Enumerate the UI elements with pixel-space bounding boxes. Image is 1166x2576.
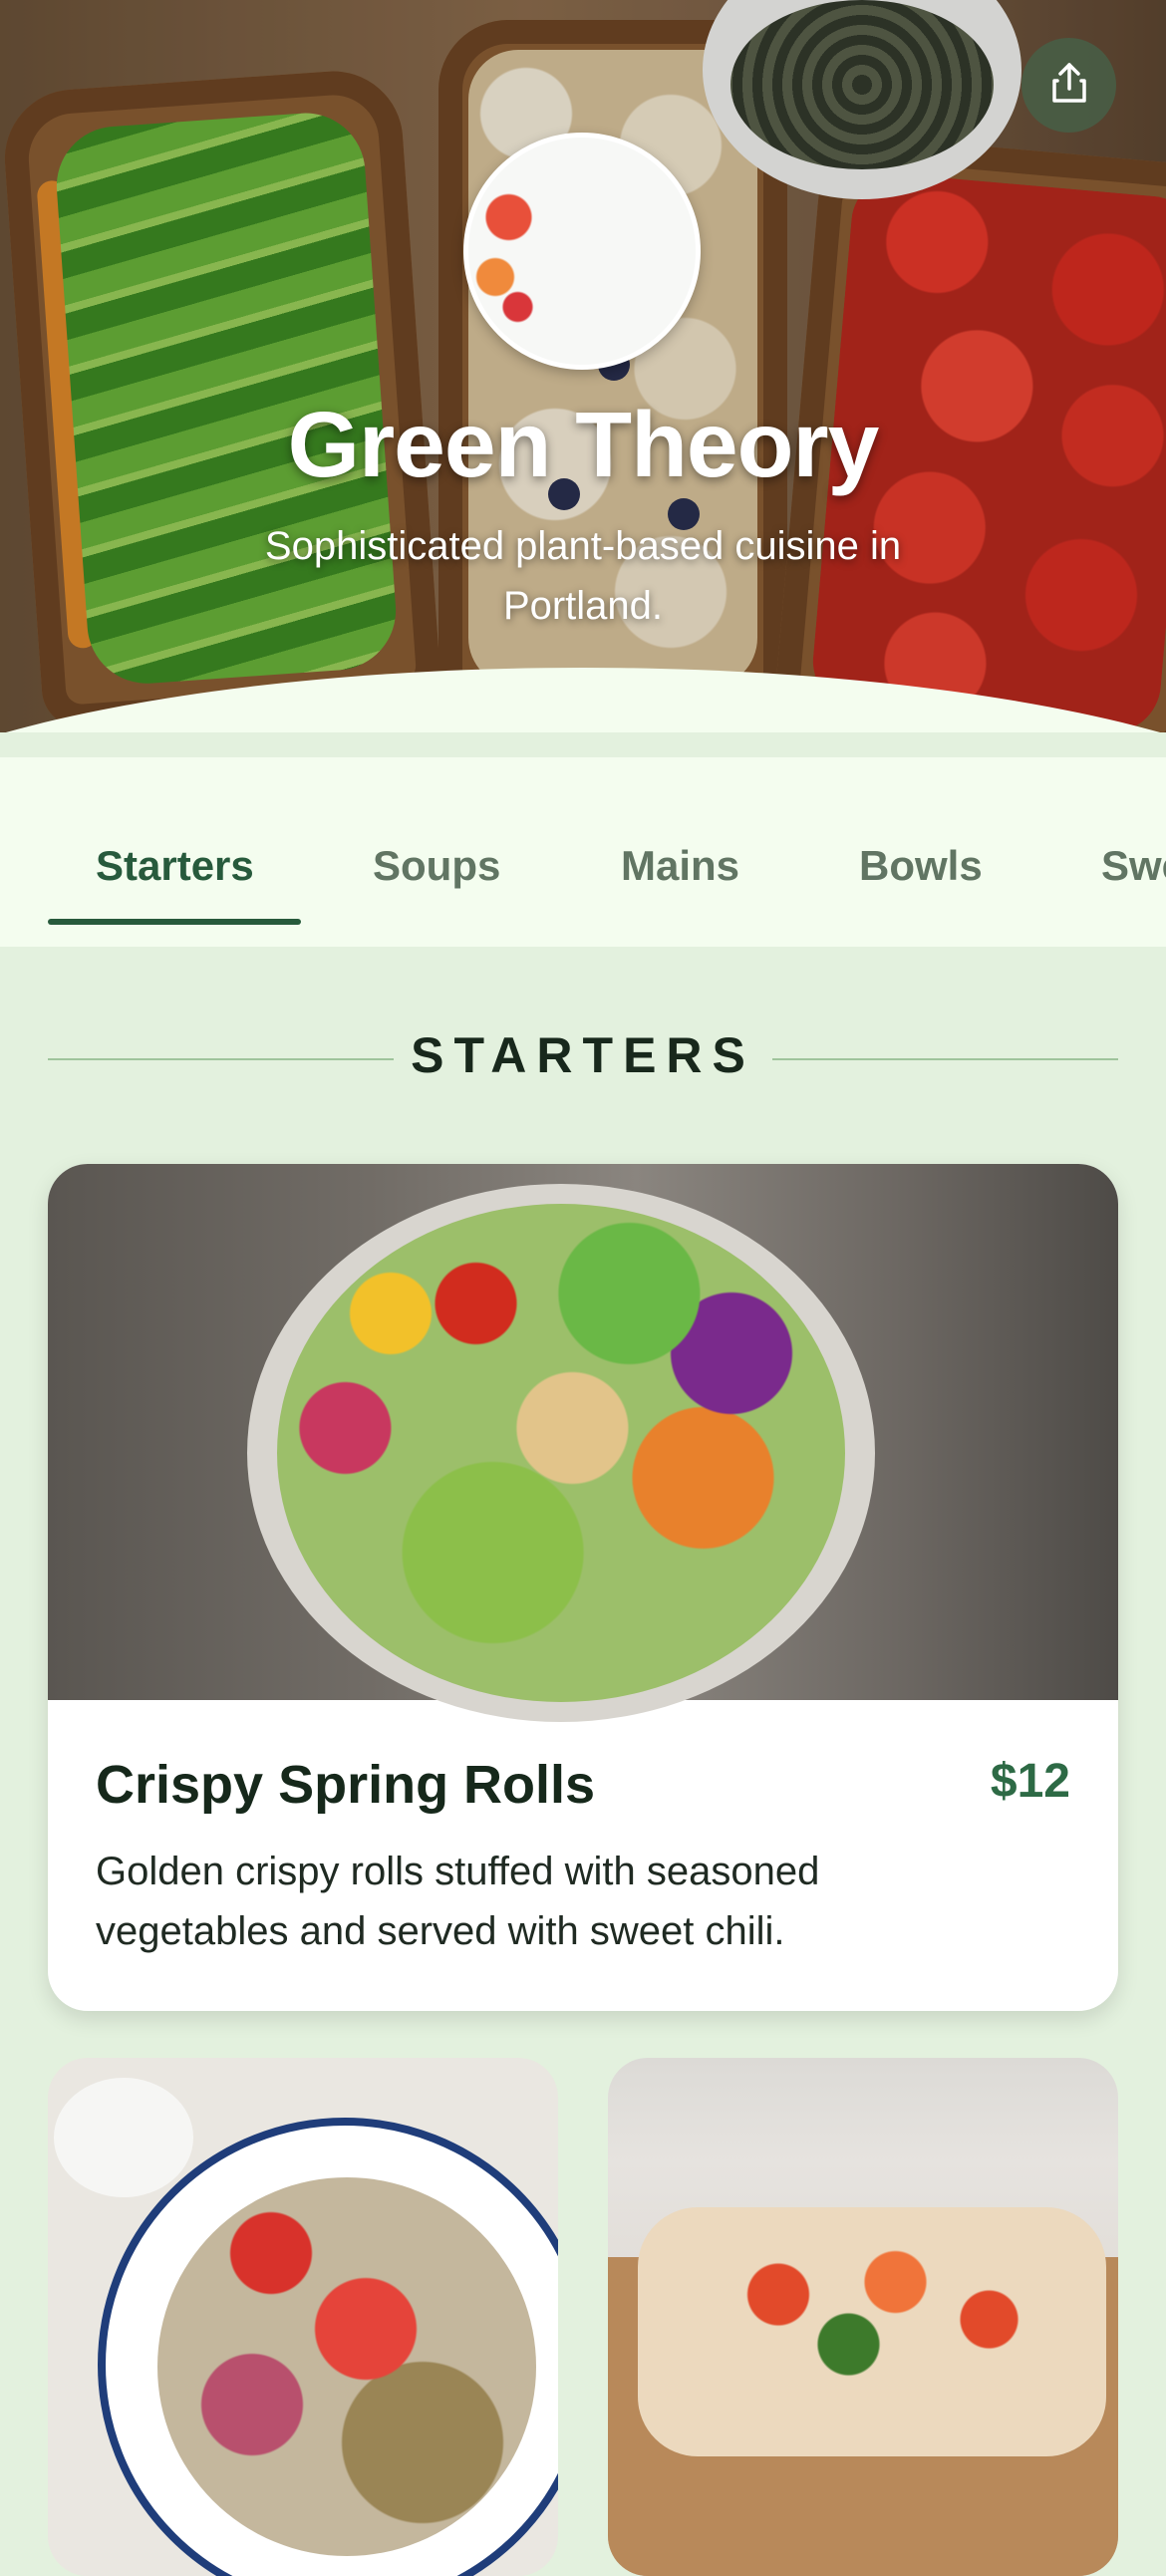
section-divider-right [772,1058,1118,1060]
restaurant-tagline: Sophisticated plant-based cuisine in Por… [264,524,902,628]
category-tabs: Starters Soups Mains Bowls Sweets [0,757,1166,947]
section-title: STARTERS [411,1027,755,1083]
menu-item-image [638,2207,1106,2456]
share-button[interactable] [1021,38,1116,133]
share-icon [1049,61,1089,110]
tab-starters[interactable]: Starters [96,842,254,890]
menu-item-card[interactable]: Crispy Spring Rolls $12 Golden crispy ro… [48,1164,1118,2011]
restaurant-name: Green Theory [287,393,880,496]
menu-item-description: Golden crispy rolls stuffed with seasone… [96,1850,820,1953]
menu-item-image [48,1164,1118,1722]
tab-soups[interactable]: Soups [373,842,500,890]
restaurant-logo [463,133,701,370]
active-tab-indicator [48,919,301,925]
menu-item-name: Crispy Spring Rolls [96,1755,596,1815]
tab-mains[interactable]: Mains [621,842,739,890]
tab-bowls[interactable]: Bowls [859,842,983,890]
menu-item-price: $12 [990,1755,1070,1808]
menu-item-card[interactable] [48,2058,558,2576]
tab-sweets[interactable]: Sweets [1101,842,1166,890]
hero-banner: Green Theory Sophisticated plant-based c… [0,0,1166,732]
menu-item-card[interactable] [608,2058,1118,2576]
section-header: STARTERS [48,1016,1118,1096]
menu-item-image [157,2177,536,2556]
